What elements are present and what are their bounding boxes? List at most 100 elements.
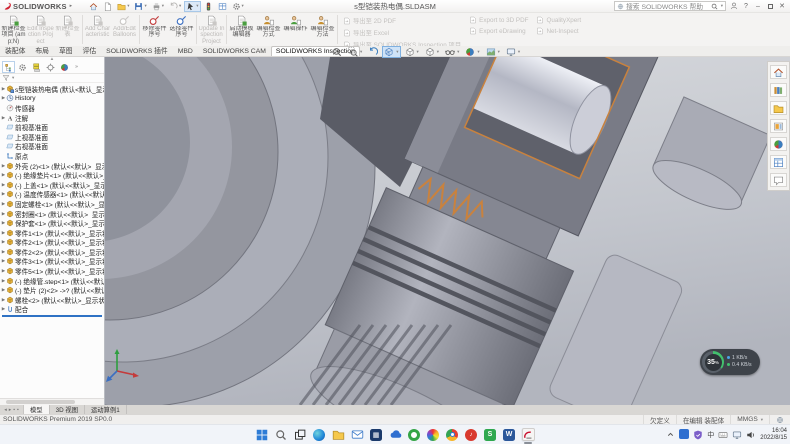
task-view-button[interactable] (293, 428, 307, 442)
new-inspection-project-button[interactable]: 新建检查项目 (amp;N) (0, 13, 27, 46)
search-button[interactable] (274, 428, 288, 442)
tree-item[interactable]: 前视基准面 (0, 122, 104, 132)
tray-chevron-icon[interactable] (666, 430, 675, 439)
tree-item[interactable]: ▶配合 (0, 305, 104, 315)
tree-item[interactable]: ▶(-) 绝缘管.step<1> (默认<<默认> (0, 276, 104, 286)
view-settings-icon[interactable]: ▾ (504, 46, 522, 58)
ime-mode-icon[interactable] (718, 430, 728, 440)
tab-solidworks-插件[interactable]: SOLIDWORKS 插件 (101, 43, 173, 56)
tab-装配体[interactable]: 装配体 (0, 43, 30, 56)
search-caret-icon[interactable]: ▾ (721, 3, 723, 9)
login-icon[interactable] (729, 2, 739, 10)
select-tool-icon[interactable]: ▾ (184, 1, 200, 12)
design-library-icon[interactable] (770, 83, 787, 97)
search-input[interactable]: 搜索 SOLIDWORKS 帮助 ▾ (614, 1, 726, 11)
view-orientation-icon[interactable]: ▾ (403, 46, 421, 58)
dimxpert-manager-tab[interactable] (44, 61, 57, 73)
doc-tab-3d-视图[interactable]: 3D 视图 (50, 405, 85, 414)
tray-app-icon[interactable] (679, 429, 689, 441)
tree-item[interactable]: ▶零件2<2> (默认<<默认>_显示状 (0, 247, 104, 257)
tree-item[interactable]: ▶(-) 垫片 (2)<2> ->? (默认<<默认 (0, 285, 104, 295)
file-explorer-icon[interactable] (331, 428, 345, 442)
browser-rainbow-icon[interactable] (426, 428, 440, 442)
new-document-icon[interactable] (101, 1, 114, 12)
store-icon[interactable]: ▦ (369, 428, 383, 442)
media-app-icon[interactable]: ♪ (464, 428, 478, 442)
solidworks-icon[interactable] (521, 428, 535, 442)
onedrive-icon[interactable] (388, 428, 402, 442)
search-icon[interactable] (711, 3, 718, 10)
tab-solidworks-cam[interactable]: SOLIDWORKS CAM (198, 46, 271, 56)
start-button[interactable] (255, 428, 269, 442)
zoom-fit-icon[interactable] (330, 46, 344, 58)
logo-flyout-arrow[interactable]: ▸ (70, 3, 73, 9)
tree-item[interactable]: ▶零件2<1> (默认<<默认>_显示状 (0, 238, 104, 248)
previous-view-icon[interactable] (366, 46, 380, 58)
tree-root-item[interactable]: ▶s型铠装热电偶 (默认<默认_显示状态-1> (0, 84, 104, 94)
appearances-icon[interactable] (770, 137, 787, 151)
tree-item[interactable]: ▶外壳 (2)<1> (默认<<默认>_显示状 (0, 161, 104, 171)
tree-item[interactable]: 传感器 (0, 103, 104, 113)
feature-manager-tab[interactable] (2, 61, 15, 73)
tree-item[interactable]: 原点 (0, 151, 104, 161)
doc-tab-模型[interactable]: 模型 (24, 405, 50, 414)
filter-caret-icon[interactable]: ▾ (12, 75, 14, 81)
tree-item[interactable]: ▶零件1<1> (默认<<默认>_显示状态 (0, 228, 104, 238)
rebuild-icon[interactable] (202, 1, 215, 12)
taskbar-clock[interactable]: 16:042022/8/15 (760, 428, 787, 441)
tree-item[interactable]: ▶(-) 上盖<1> (默认<<默认>_显示状 (0, 180, 104, 190)
scrollbar-thumb[interactable] (6, 400, 75, 404)
cast-monitor-icon[interactable] (732, 430, 742, 440)
tree-item[interactable]: ▶保护套<1> (默认<<默认>_显示状 (0, 218, 104, 228)
tree-item[interactable]: ▶密封圈<1> (默认<<默认>_显示状 (0, 209, 104, 219)
chrome-icon[interactable] (445, 428, 459, 442)
tree-item[interactable]: ▶零件5<1> (默认<<默认>_显示状 (0, 266, 104, 276)
tree-item[interactable]: ▶(-) 绝缘垫片<1> (默认<<默认>_显 (0, 170, 104, 180)
security-shield-icon[interactable] (693, 430, 703, 440)
edit-appearance-icon[interactable]: ▾ (463, 46, 481, 58)
launch-template-editor-button[interactable]: 启动模板编辑器 (228, 13, 255, 46)
tab-mbd[interactable]: MBD (173, 46, 198, 56)
edit-inspection-method-button[interactable]: 编辑检查方式 (255, 13, 282, 46)
tree-filter[interactable]: ▾ (0, 74, 104, 83)
edge-icon[interactable] (312, 428, 326, 442)
view-palette-icon[interactable] (770, 119, 787, 133)
doc-tab-运动算例1[interactable]: 运动算例1 (85, 405, 127, 414)
tab-评估[interactable]: 评估 (78, 43, 102, 56)
tree-item[interactable]: ▶A注解 (0, 113, 104, 123)
volume-icon[interactable] (746, 430, 756, 440)
viewport-3d[interactable]: 35% 1 KB/s 0.4 KB/s (105, 57, 790, 405)
tab-草图[interactable]: 草图 (54, 43, 78, 56)
edit-inspection-approach-button[interactable]: 编辑检查方法 (309, 13, 336, 46)
custom-properties-icon[interactable] (770, 155, 787, 169)
help-button[interactable]: ? (741, 3, 751, 10)
print-icon[interactable]: ▾ (150, 1, 166, 12)
edit-operation-button[interactable]: 编辑操作 (282, 13, 309, 46)
mail-icon[interactable] (350, 428, 364, 442)
tree-item[interactable]: 上视基准面 (0, 132, 104, 142)
tree-item[interactable]: ▶History (0, 94, 104, 104)
browser-360-icon[interactable] (407, 428, 421, 442)
restore-button[interactable] (765, 4, 775, 9)
manager-tabs-overflow-icon[interactable]: » (72, 61, 81, 73)
section-view-icon[interactable]: ▾ (382, 46, 400, 58)
speed-monitor-overlay[interactable]: 35% 1 KB/s 0.4 KB/s (700, 349, 760, 375)
units-selector[interactable]: MMGS▾ (730, 415, 769, 424)
tab-布局[interactable]: 布局 (30, 43, 54, 56)
display-style-icon[interactable]: ▾ (423, 46, 441, 58)
display-manager-tab[interactable] (58, 61, 71, 73)
zoom-area-icon[interactable]: ▾ (346, 46, 364, 58)
tree-item[interactable]: 右视基准面 (0, 142, 104, 152)
tree-item[interactable]: ▶零件3<1> (默认<<默认>_显示状 (0, 257, 104, 267)
notes-app-icon[interactable]: S (483, 428, 497, 442)
open-icon[interactable]: ▾ (115, 1, 131, 12)
forum-icon[interactable] (770, 173, 787, 187)
configuration-manager-tab[interactable] (30, 61, 43, 73)
hide-show-items-icon[interactable]: ▾ (443, 46, 461, 58)
tree-item[interactable]: ▶(-) 温度传感器<1> (默认<<默认>_ (0, 190, 104, 200)
close-button[interactable]: ✕ (777, 2, 787, 10)
word-icon[interactable]: W (502, 428, 516, 442)
home-icon[interactable] (87, 1, 100, 12)
panel-scrollbar[interactable] (0, 398, 104, 405)
quick-tips-icon[interactable] (769, 415, 790, 424)
